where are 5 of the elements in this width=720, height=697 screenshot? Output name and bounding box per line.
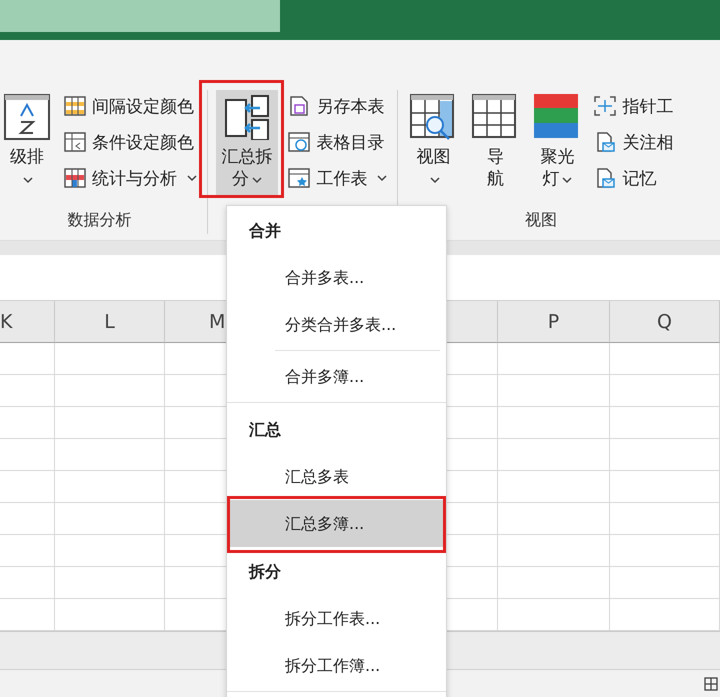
menu-section-header: 合并 [248, 220, 281, 242]
menu-section-header: 拆分 [248, 561, 281, 583]
group-label: 视图 [524, 209, 558, 231]
group-label: 数据分析 [66, 209, 132, 231]
menu-section-header: 汇总 [248, 419, 281, 441]
